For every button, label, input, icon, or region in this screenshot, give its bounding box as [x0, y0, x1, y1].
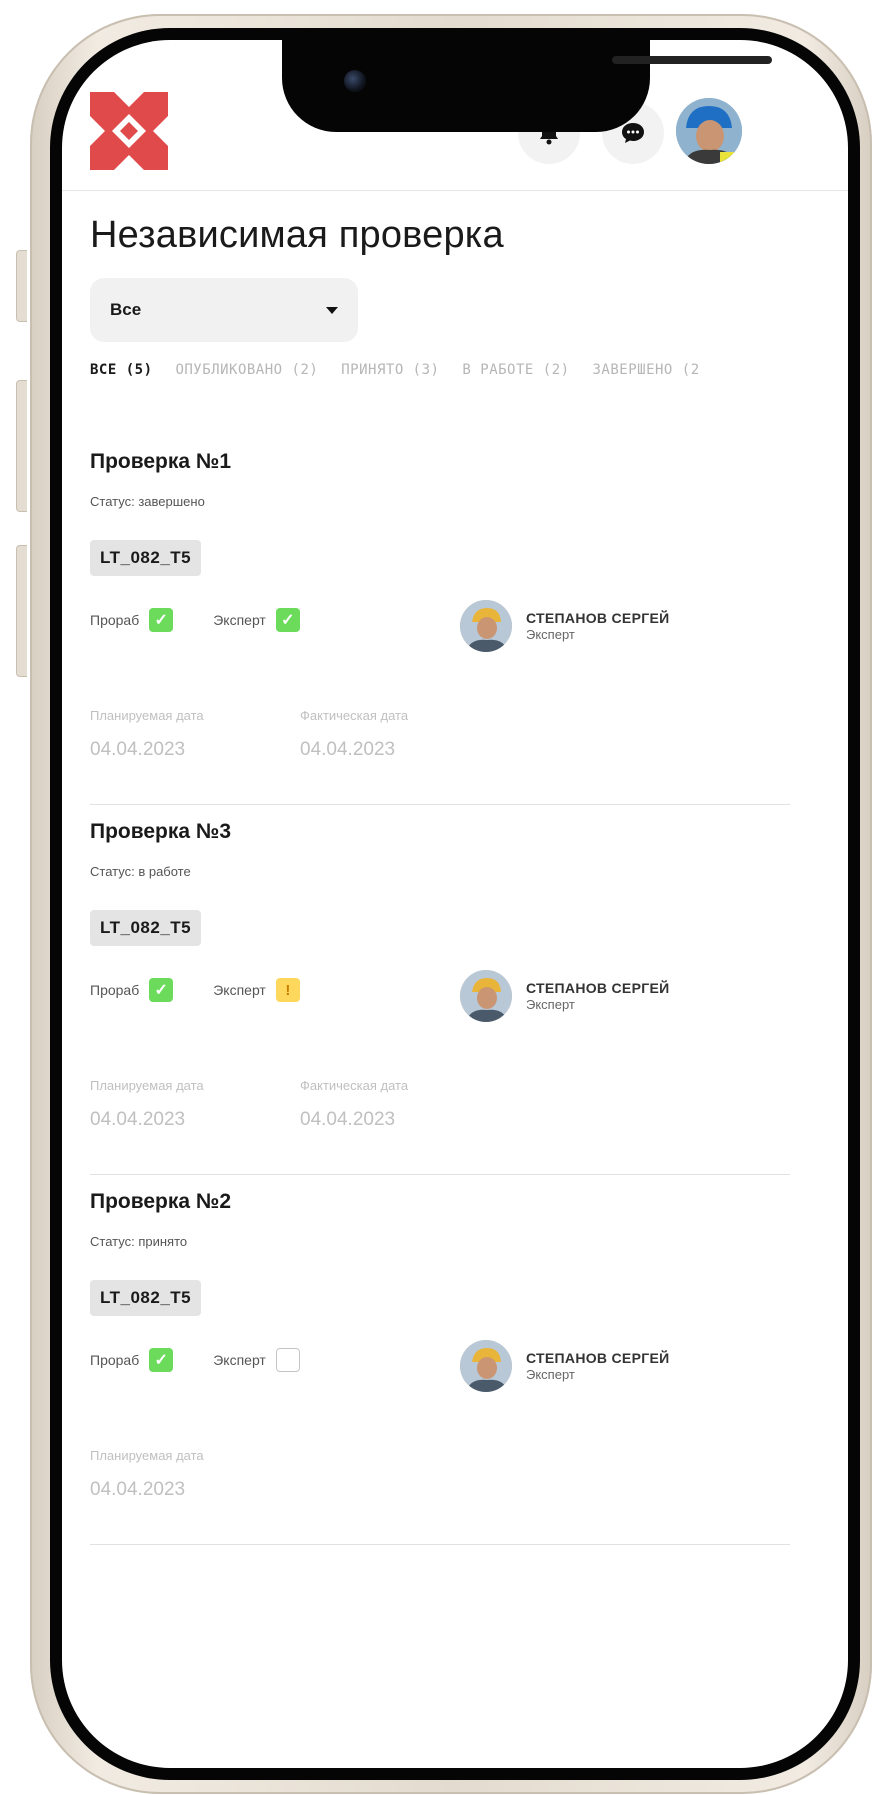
actual-date-label: Фактическая дата: [300, 708, 409, 723]
person-avatar: [460, 600, 512, 652]
speaker-grille: [612, 56, 772, 64]
assigned-person[interactable]: СТЕПАНОВ СЕРГЕЙ Эксперт: [460, 600, 669, 652]
card-status: Статус: завершено: [90, 494, 205, 509]
planned-date-block: Планируемая дата 04.04.2023: [90, 1448, 204, 1501]
assigned-person[interactable]: СТЕПАНОВ СЕРГЕЙ Эксперт: [460, 970, 669, 1022]
planned-date-label: Планируемая дата: [90, 1078, 204, 1093]
expert-label: Эксперт: [213, 982, 266, 998]
card-status: Статус: в работе: [90, 864, 191, 879]
user-avatar: [676, 98, 742, 164]
actual-date-value: 04.04.2023: [300, 1109, 396, 1130]
card-divider: [90, 804, 790, 805]
foreman-label: Прораб: [90, 612, 140, 628]
caret-down-icon: [326, 306, 338, 314]
front-camera-icon: [344, 70, 366, 92]
tab-all[interactable]: ВСЕ (5): [90, 362, 153, 378]
expert-warning-icon[interactable]: !: [275, 978, 300, 1002]
expert-label: Эксперт: [213, 1352, 266, 1368]
profile-avatar-button[interactable]: [676, 98, 742, 164]
planned-date-value: 04.04.2023: [90, 1479, 186, 1500]
object-code-chip: LT_082_T5: [90, 1280, 202, 1316]
tab-accepted[interactable]: ПРИНЯТО (3): [341, 362, 439, 378]
brand-logo-icon[interactable]: [90, 92, 168, 170]
card-divider: [90, 1174, 790, 1175]
planned-date-value: 04.04.2023: [90, 739, 186, 760]
person-role: Эксперт: [526, 627, 575, 642]
card-status: Статус: принято: [90, 1234, 188, 1249]
card-title: Проверка №3: [90, 820, 232, 843]
tab-published[interactable]: ОПУБЛИКОВАНО (2): [175, 362, 318, 378]
actual-date-block: Фактическая дата 04.04.2023: [300, 1078, 408, 1131]
card-title: Проверка №1: [90, 450, 232, 473]
planned-date-value: 04.04.2023: [90, 1109, 186, 1130]
expert-label: Эксперт: [213, 612, 266, 628]
actual-date-value: 04.04.2023: [300, 739, 396, 760]
approval-row: Прораб ✓ Эксперт ✓: [90, 608, 340, 632]
foreman-label: Прораб: [90, 982, 140, 998]
chat-bubble-icon: [622, 123, 644, 143]
foreman-check-icon[interactable]: ✓: [149, 1348, 174, 1372]
planned-date-block: Планируемая дата 04.04.2023: [90, 1078, 204, 1131]
status-filter-value: Все: [110, 300, 142, 319]
card-title: Проверка №2: [90, 1190, 232, 1213]
person-name: СТЕПАНОВ СЕРГЕЙ: [526, 1350, 670, 1366]
phone-volume-down-button: [16, 545, 27, 677]
page-title: Независимая проверка: [90, 214, 504, 256]
tab-completed[interactable]: ЗАВЕРШЕНО (2: [593, 362, 700, 378]
planned-date-block: Планируемая дата 04.04.2023: [90, 708, 204, 761]
object-code-chip: LT_082_T5: [90, 910, 202, 946]
tab-in-progress[interactable]: В РАБОТЕ (2): [462, 362, 569, 378]
foreman-check-icon[interactable]: ✓: [149, 608, 174, 632]
person-name: СТЕПАНОВ СЕРГЕЙ: [526, 610, 670, 626]
approval-row: Прораб ✓ Эксперт !: [90, 978, 340, 1002]
phone-side-button: [16, 250, 27, 322]
object-code-chip: LT_082_T5: [90, 540, 202, 576]
foreman-label: Прораб: [90, 1352, 140, 1368]
approval-row: Прораб ✓ Эксперт: [90, 1348, 340, 1372]
actual-date-label: Фактическая дата: [300, 1078, 409, 1093]
foreman-check-icon[interactable]: ✓: [149, 978, 174, 1002]
phone-volume-up-button: [16, 380, 27, 512]
phone-screen: Независимая проверка Все ВСЕ (5) ОПУБЛИК…: [62, 40, 848, 1768]
status-tabs: ВСЕ (5) ОПУБЛИКОВАНО (2) ПРИНЯТО (3) В Р…: [90, 362, 714, 378]
person-role: Эксперт: [526, 1367, 575, 1382]
phone-notch: [282, 40, 772, 132]
card-divider: [90, 1544, 790, 1545]
actual-date-block: Фактическая дата 04.04.2023: [300, 708, 408, 761]
assigned-person[interactable]: СТЕПАНОВ СЕРГЕЙ Эксперт: [460, 1340, 669, 1392]
person-name: СТЕПАНОВ СЕРГЕЙ: [526, 980, 670, 996]
person-role: Эксперт: [526, 997, 575, 1012]
planned-date-label: Планируемая дата: [90, 1448, 204, 1463]
person-avatar: [460, 970, 512, 1022]
expert-empty-checkbox[interactable]: [275, 1348, 300, 1372]
person-avatar: [460, 1340, 512, 1392]
expert-check-icon[interactable]: ✓: [275, 608, 300, 632]
status-filter-select[interactable]: Все: [90, 278, 358, 342]
planned-date-label: Планируемая дата: [90, 708, 204, 723]
